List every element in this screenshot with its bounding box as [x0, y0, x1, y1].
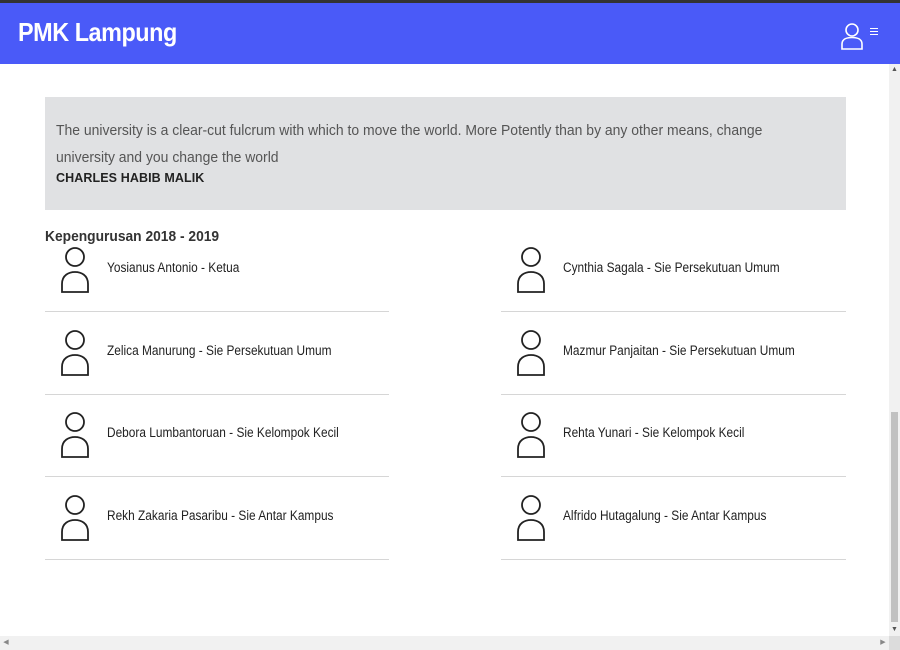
avatar-icon [516, 411, 546, 461]
avatar-icon [60, 411, 90, 461]
quote-author: CHARLES HABIB MALIK [56, 171, 205, 185]
member-item[interactable]: Debora Lumbantoruan - Sie Kelompok Kecil [45, 394, 389, 477]
vertical-scrollbar[interactable]: ▲ ▼ [889, 64, 900, 636]
horizontal-scrollbar[interactable]: ◀ ▶ [0, 636, 889, 650]
member-item[interactable]: Rekh Zakaria Pasaribu - Sie Antar Kampus [45, 477, 389, 560]
avatar-icon [516, 246, 546, 296]
app-bar: PMK Lampung [0, 3, 900, 64]
member-name: Zelica Manurung - Sie Persekutuan Umum [107, 342, 332, 358]
member-name: Cynthia Sagala - Sie Persekutuan Umum [563, 260, 780, 275]
quote-text: The university is a clear-cut fulcrum wi… [56, 122, 763, 166]
scrollbar-thumb[interactable] [891, 412, 898, 622]
member-name: Rehta Yunari - Sie Kelompok Kecil [563, 425, 745, 440]
scroll-down-arrow-icon[interactable]: ▼ [889, 624, 900, 636]
app-title[interactable]: PMK Lampung [18, 17, 177, 48]
avatar-icon [60, 494, 90, 544]
menu-icon[interactable] [869, 23, 879, 35]
scroll-left-arrow-icon[interactable]: ◀ [0, 636, 12, 650]
scroll-up-arrow-icon[interactable]: ▲ [889, 64, 900, 76]
avatar-icon [516, 329, 546, 379]
scroll-right-arrow-icon[interactable]: ▶ [877, 636, 889, 650]
member-name: Alfrido Hutagalung - Sie Antar Kampus [563, 507, 767, 523]
avatar-icon [516, 494, 546, 544]
quote-block: The university is a clear-cut fulcrum wi… [45, 97, 846, 210]
member-name: Debora Lumbantoruan - Sie Kelompok Kecil [107, 425, 339, 440]
member-name: Mazmur Panjaitan - Sie Persekutuan Umum [563, 342, 795, 358]
member-item[interactable]: Mazmur Panjaitan - Sie Persekutuan Umum [501, 312, 846, 395]
scrollbar-corner [889, 636, 900, 650]
member-item[interactable]: Cynthia Sagala - Sie Persekutuan Umum [501, 229, 846, 312]
member-item[interactable]: Zelica Manurung - Sie Persekutuan Umum [45, 312, 389, 395]
user-icon[interactable] [839, 21, 865, 51]
avatar-icon [60, 246, 90, 296]
member-name: Rekh Zakaria Pasaribu - Sie Antar Kampus [107, 507, 334, 523]
member-item[interactable]: Rehta Yunari - Sie Kelompok Kecil [501, 394, 846, 477]
main-content: The university is a clear-cut fulcrum wi… [0, 64, 889, 636]
member-item[interactable]: Alfrido Hutagalung - Sie Antar Kampus [501, 477, 846, 560]
avatar-icon [60, 329, 90, 379]
member-item[interactable]: Yosianus Antonio - Ketua [45, 229, 389, 312]
member-name: Yosianus Antonio - Ketua [107, 260, 240, 275]
